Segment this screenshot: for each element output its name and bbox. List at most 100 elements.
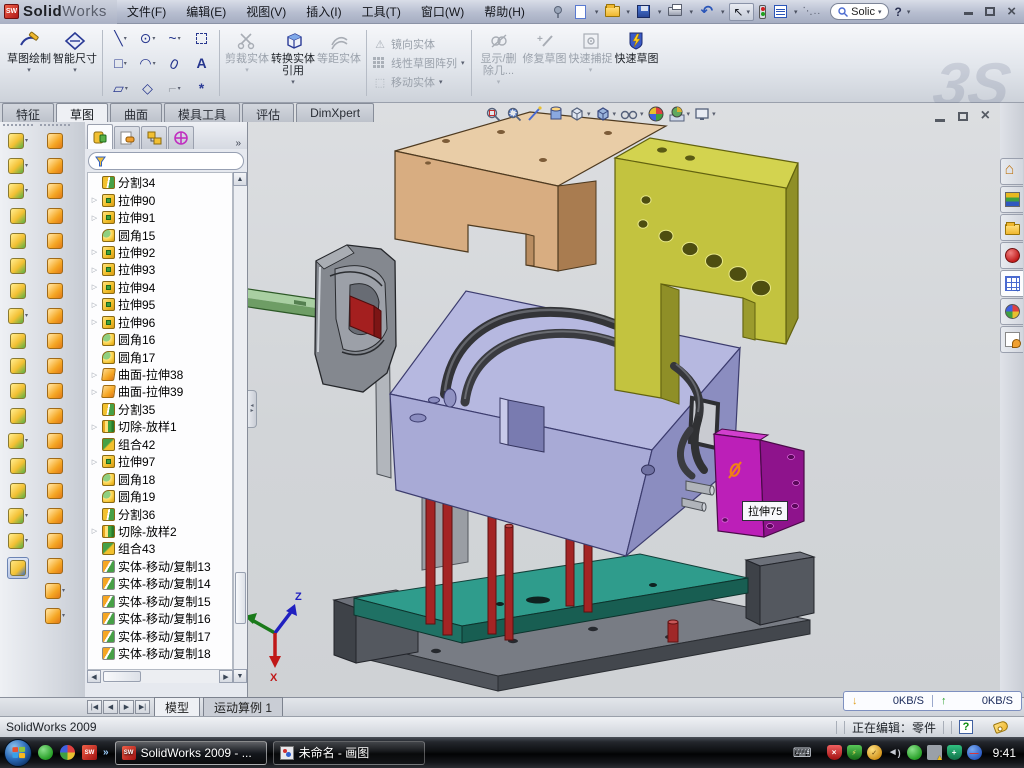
health-shield-icon[interactable] bbox=[947, 745, 962, 760]
tree-item[interactable]: 圆角15 bbox=[88, 226, 232, 243]
media-quick-launch-icon[interactable] bbox=[60, 745, 75, 760]
chevron-down-icon[interactable]: ▾ bbox=[25, 437, 28, 444]
command-tab[interactable]: 曲面 bbox=[110, 103, 162, 122]
rectangle-tool[interactable]: □▾ bbox=[107, 51, 134, 76]
chevron-down-icon[interactable]: ▾ bbox=[497, 78, 501, 86]
hole-wizard-button[interactable] bbox=[10, 282, 26, 299]
doc-restore-button[interactable] bbox=[958, 112, 968, 121]
chevron-down-icon[interactable]: ▾ bbox=[461, 59, 465, 67]
chevron-down-icon[interactable]: ▾ bbox=[27, 66, 31, 74]
command-tab[interactable]: 模具工具 bbox=[164, 103, 240, 122]
toolbox-tab[interactable] bbox=[1000, 242, 1023, 269]
lofted-surface-button[interactable] bbox=[47, 207, 63, 224]
planar-surface-button[interactable] bbox=[47, 382, 63, 399]
feature-manager-tab[interactable] bbox=[87, 124, 113, 149]
tree-item[interactable]: 分割34 bbox=[88, 174, 232, 191]
split-feature-button[interactable] bbox=[10, 382, 26, 399]
swept-surface-button[interactable] bbox=[47, 182, 63, 199]
offset-surface-button[interactable] bbox=[47, 307, 63, 324]
quick-launch-more-button[interactable]: » bbox=[103, 747, 109, 758]
tree-item[interactable]: 实体-移动/复制17 bbox=[88, 627, 232, 644]
polygon-tool[interactable]: ◇ bbox=[134, 76, 161, 101]
chevron-down-icon[interactable]: ▾ bbox=[794, 8, 798, 16]
scrollbar-thumb[interactable] bbox=[235, 572, 246, 624]
rebuild-traffic-light-icon[interactable] bbox=[759, 5, 766, 19]
extruded-boss-button[interactable]: ▾ bbox=[8, 132, 28, 149]
menu-item[interactable]: 插入(I) bbox=[296, 3, 351, 20]
sketch-draw-button[interactable]: 草图绘制 ▾ bbox=[6, 26, 52, 100]
filled-surface-button[interactable] bbox=[47, 257, 63, 274]
ruled-surface-button[interactable]: ▾ bbox=[45, 607, 65, 624]
messenger-quick-launch-icon[interactable] bbox=[38, 745, 53, 760]
expand-arrow-icon[interactable]: ▷ bbox=[90, 196, 99, 204]
arc-tool[interactable]: ◠▾ bbox=[134, 51, 161, 76]
panel-splitter-handle[interactable]: ◂▸ bbox=[248, 390, 257, 428]
menu-item[interactable]: 文件(F) bbox=[117, 3, 176, 20]
trim-surface-button[interactable] bbox=[47, 432, 63, 449]
revolved-surface-button[interactable] bbox=[47, 157, 63, 174]
network-warning-icon[interactable] bbox=[927, 745, 942, 760]
file-explorer-tab[interactable] bbox=[1000, 214, 1023, 241]
command-tab[interactable]: 评估 bbox=[242, 103, 294, 122]
tree-item[interactable]: 圆角16 bbox=[88, 331, 232, 348]
print-button[interactable] bbox=[666, 3, 684, 21]
tree-item[interactable]: 圆角18 bbox=[88, 470, 232, 487]
untrim-surface-button[interactable] bbox=[47, 457, 63, 474]
open-button[interactable] bbox=[603, 3, 621, 21]
tree-item[interactable]: 实体-移动/复制16 bbox=[88, 610, 232, 627]
resources-home-tab[interactable] bbox=[1000, 158, 1023, 185]
command-tab[interactable]: 特征 bbox=[2, 103, 54, 122]
chevron-down-icon[interactable]: ▾ bbox=[687, 110, 691, 118]
magic-wand-button[interactable] bbox=[526, 105, 544, 123]
section-view-button[interactable] bbox=[547, 105, 565, 123]
move-entities-button[interactable]: ⬚ 移动实体 ▾ bbox=[373, 74, 465, 90]
chevron-down-icon[interactable]: ▾ bbox=[626, 8, 630, 16]
tree-item[interactable]: ▷拉伸94 bbox=[88, 279, 232, 296]
doc-minimize-button[interactable] bbox=[935, 119, 945, 122]
chevron-down-icon[interactable]: ▾ bbox=[62, 612, 65, 619]
chevron-down-icon[interactable]: ▾ bbox=[25, 162, 28, 169]
chevron-down-icon[interactable]: ▾ bbox=[589, 66, 593, 74]
tree-item[interactable]: 圆角17 bbox=[88, 348, 232, 365]
tree-item[interactable]: ▷拉伸92 bbox=[88, 244, 232, 261]
draft-button[interactable] bbox=[10, 257, 26, 274]
quick-tips-button[interactable]: ? bbox=[959, 720, 973, 734]
tree-item[interactable]: 组合42 bbox=[88, 436, 232, 453]
extend-surface-button[interactable] bbox=[47, 407, 63, 424]
view-orientation-button[interactable]: ▾ bbox=[568, 105, 591, 123]
extruded-surface-button[interactable] bbox=[47, 132, 63, 149]
model-tab[interactable]: 模型 bbox=[154, 697, 200, 718]
expand-arrow-icon[interactable]: ▷ bbox=[90, 371, 99, 379]
tree-item[interactable]: ▷曲面-拉伸39 bbox=[88, 383, 232, 400]
trim-entities-button[interactable]: 剪裁实体 ▾ bbox=[224, 26, 270, 100]
tree-item[interactable]: ▷切除-放样1 bbox=[88, 418, 232, 435]
expand-arrow-icon[interactable]: ▷ bbox=[90, 283, 99, 291]
tree-filter-input[interactable] bbox=[88, 152, 244, 170]
chevron-down-icon[interactable]: ▾ bbox=[587, 110, 591, 118]
tree-item[interactable]: 圆角19 bbox=[88, 488, 232, 505]
chevron-down-icon[interactable]: ▾ bbox=[689, 8, 693, 16]
tree-item[interactable]: ▷切除-放样2 bbox=[88, 523, 232, 540]
menu-item[interactable]: 视图(V) bbox=[236, 3, 296, 20]
options-button[interactable] bbox=[771, 3, 789, 21]
security-shield-icon[interactable] bbox=[847, 745, 862, 760]
chevron-down-icon[interactable]: ▾ bbox=[25, 537, 28, 544]
close-button[interactable]: × bbox=[1007, 4, 1016, 19]
reference-geometry-button[interactable]: ▾ bbox=[8, 432, 28, 449]
menu-item[interactable]: 窗口(W) bbox=[411, 3, 474, 20]
quick-snaps-button[interactable]: 快速捕捉 ▾ bbox=[568, 26, 614, 100]
display-style-button[interactable]: ▾ bbox=[594, 105, 617, 123]
chevron-down-icon[interactable]: ▾ bbox=[907, 8, 911, 16]
linear-pattern-button[interactable]: ▾ bbox=[8, 307, 28, 324]
chevron-down-icon[interactable]: ▾ bbox=[721, 8, 725, 16]
tree-item[interactable]: ▷曲面-拉伸38 bbox=[88, 366, 232, 383]
sketch-fillet-tool[interactable]: ⌐▾ bbox=[161, 76, 188, 101]
nozzle-assembly[interactable] bbox=[248, 245, 396, 392]
chevron-down-icon[interactable]: ▾ bbox=[25, 187, 28, 194]
search-input[interactable]: Solic ▾ bbox=[830, 3, 889, 20]
tree-item[interactable]: ▷拉伸96 bbox=[88, 314, 232, 331]
thicken-button[interactable] bbox=[47, 482, 63, 499]
zoom-fit-button[interactable] bbox=[484, 105, 502, 123]
help-button[interactable]: ? bbox=[894, 5, 901, 19]
license-badge-icon[interactable] bbox=[867, 745, 882, 760]
